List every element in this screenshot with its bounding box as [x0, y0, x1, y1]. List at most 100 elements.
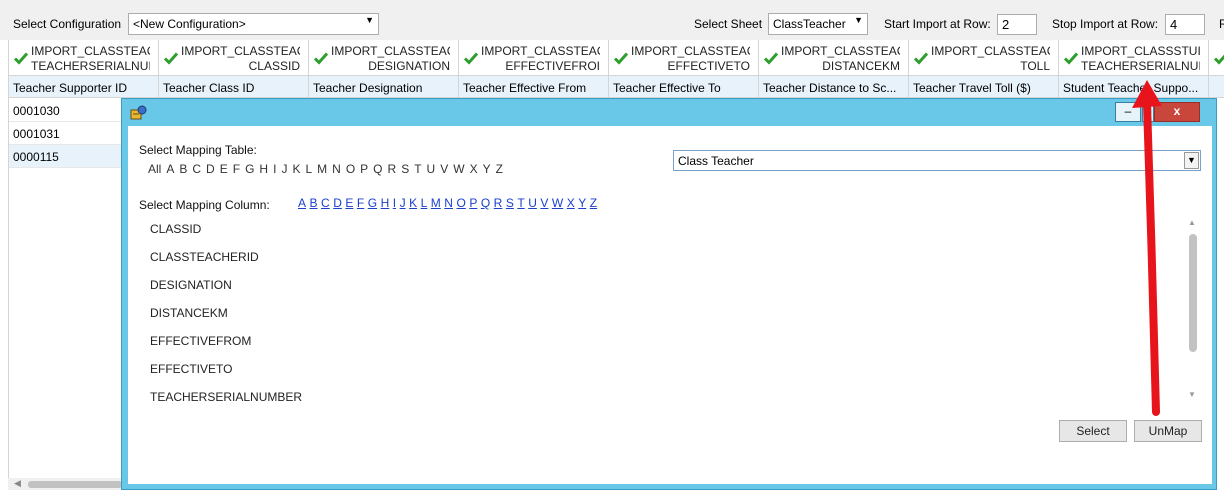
- mapping-cell[interactable]: Teacher Designation: [309, 76, 459, 98]
- filter-link[interactable]: P: [469, 196, 477, 210]
- scroll-down-icon[interactable]: ▼: [1188, 390, 1196, 399]
- filter-link[interactable]: F: [357, 196, 364, 210]
- mapping-cell-partial[interactable]: [1209, 76, 1224, 98]
- list-item[interactable]: CLASSID: [150, 222, 302, 250]
- filter-link[interactable]: L: [421, 196, 428, 210]
- filter-letter[interactable]: A: [166, 162, 174, 176]
- mapping-table-select[interactable]: Class Teacher ▼: [673, 150, 1201, 171]
- horizontal-scrollbar[interactable]: ◀: [8, 478, 122, 490]
- filter-link[interactable]: Q: [481, 196, 490, 210]
- mapping-cell[interactable]: Teacher Supporter ID: [9, 76, 159, 98]
- filter-link[interactable]: A: [298, 196, 306, 210]
- column-header[interactable]: IMPORT_CLASSTEAC TEACHERSERIALNUI: [9, 40, 159, 76]
- column-header[interactable]: IMPORT_CLASSTEAC DESIGNATION: [309, 40, 459, 76]
- minimize-icon[interactable]: –: [1115, 102, 1141, 122]
- mapping-cell[interactable]: Teacher Effective From: [459, 76, 609, 98]
- list-item[interactable]: TEACHERSERIALNUMBER: [150, 390, 302, 418]
- list-item[interactable]: DESIGNATION: [150, 278, 302, 306]
- filter-letter[interactable]: P: [360, 162, 368, 176]
- scroll-thumb[interactable]: [28, 481, 122, 488]
- column-header[interactable]: IMPORT_CLASSSTUI TEACHERSERIALNUI: [1059, 40, 1209, 76]
- filter-letter[interactable]: N: [332, 162, 341, 176]
- filter-link[interactable]: W: [552, 196, 563, 210]
- filter-link[interactable]: N: [444, 196, 453, 210]
- filter-letter[interactable]: F: [233, 162, 240, 176]
- scroll-up-icon[interactable]: ▲: [1188, 218, 1196, 227]
- filter-all[interactable]: All: [148, 162, 161, 176]
- filter-letter[interactable]: U: [427, 162, 436, 176]
- table-row[interactable]: 0001030: [9, 99, 129, 122]
- filter-link[interactable]: X: [567, 196, 575, 210]
- filter-link[interactable]: O: [456, 196, 465, 210]
- filter-letter[interactable]: K: [292, 162, 300, 176]
- column-header[interactable]: IMPORT_CLASSTEAC DISTANCEKM: [759, 40, 909, 76]
- table-row[interactable]: 0001031: [9, 122, 129, 145]
- filter-link[interactable]: E: [345, 196, 353, 210]
- unmap-button[interactable]: UnMap: [1134, 420, 1202, 442]
- filter-letter[interactable]: B: [179, 162, 187, 176]
- list-item[interactable]: DISTANCEKM: [150, 306, 302, 334]
- filter-link[interactable]: B: [310, 196, 318, 210]
- column-header[interactable]: IMPORT_CLASSTEAC EFFECTIVEFROI: [459, 40, 609, 76]
- list-item[interactable]: EFFECTIVEFROM: [150, 334, 302, 362]
- filter-link[interactable]: V: [540, 196, 548, 210]
- start-row-input[interactable]: 2: [997, 14, 1037, 35]
- config-select[interactable]: <New Configuration> ▼: [128, 13, 379, 35]
- filter-letter[interactable]: I: [273, 162, 276, 176]
- filter-letter[interactable]: G: [245, 162, 254, 176]
- filter-letter[interactable]: D: [206, 162, 215, 176]
- filter-letter[interactable]: X: [470, 162, 478, 176]
- filter-letter[interactable]: E: [220, 162, 228, 176]
- filter-link[interactable]: K: [409, 196, 417, 210]
- filter-link[interactable]: J: [400, 196, 406, 210]
- sheet-select[interactable]: ClassTeacher ▼: [768, 13, 868, 35]
- stop-row-input[interactable]: 4: [1165, 14, 1205, 35]
- maximize-icon[interactable]: □: [1142, 102, 1154, 122]
- filter-letter[interactable]: O: [346, 162, 355, 176]
- dialog-titlebar[interactable]: – □ x: [122, 99, 1218, 125]
- mapping-cell[interactable]: Teacher Class ID: [159, 76, 309, 98]
- filter-letter[interactable]: M: [317, 162, 327, 176]
- mapping-cell[interactable]: Teacher Distance to Sc...: [759, 76, 909, 98]
- filter-link[interactable]: U: [528, 196, 537, 210]
- list-item[interactable]: CLASSTEACHERID: [150, 250, 302, 278]
- filter-letter[interactable]: C: [192, 162, 201, 176]
- filter-letter[interactable]: T: [414, 162, 421, 176]
- scroll-thumb[interactable]: [1189, 234, 1197, 352]
- filter-letter[interactable]: S: [401, 162, 409, 176]
- table-row[interactable]: 0000115: [9, 145, 129, 168]
- filter-letter[interactable]: Z: [496, 162, 503, 176]
- filter-link[interactable]: D: [333, 196, 342, 210]
- mapping-cell[interactable]: Teacher Travel Toll ($): [909, 76, 1059, 98]
- filter-letter[interactable]: H: [259, 162, 268, 176]
- filter-letter[interactable]: V: [440, 162, 448, 176]
- column-header[interactable]: IMPORT_CLASSTEAC TOLL: [909, 40, 1059, 76]
- column-header[interactable]: IMPORT_CLASSTEAC EFFECTIVETO: [609, 40, 759, 76]
- filter-link[interactable]: C: [321, 196, 330, 210]
- filter-letter[interactable]: W: [453, 162, 464, 176]
- filter-link[interactable]: I: [393, 196, 396, 210]
- column-header[interactable]: IMPORT_CLASSTEAC CLASSID: [159, 40, 309, 76]
- filter-letter[interactable]: L: [305, 162, 312, 176]
- filter-link[interactable]: Z: [590, 196, 597, 210]
- filter-letter[interactable]: J: [281, 162, 287, 176]
- filter-letter[interactable]: Q: [373, 162, 382, 176]
- filter-link[interactable]: Y: [578, 196, 586, 210]
- filter-link[interactable]: H: [381, 196, 390, 210]
- filter-link[interactable]: M: [431, 196, 441, 210]
- filter-link[interactable]: S: [506, 196, 514, 210]
- mapping-cell[interactable]: Teacher Effective To: [609, 76, 759, 98]
- filter-link[interactable]: T: [517, 196, 524, 210]
- close-icon[interactable]: x: [1154, 102, 1200, 122]
- column-header-partial[interactable]: [1209, 40, 1224, 76]
- filter-letter[interactable]: R: [388, 162, 397, 176]
- filter-link[interactable]: R: [494, 196, 503, 210]
- scroll-left-icon[interactable]: ◀: [14, 478, 21, 489]
- dropdown-arrow-icon[interactable]: ▼: [1184, 152, 1199, 169]
- vertical-scrollbar[interactable]: ▲ ▼: [1186, 218, 1200, 404]
- list-item[interactable]: EFFECTIVETO: [150, 362, 302, 390]
- filter-link[interactable]: G: [368, 196, 377, 210]
- mapping-cell[interactable]: Student Teacher Suppo...: [1059, 76, 1209, 98]
- select-button[interactable]: Select: [1059, 420, 1127, 442]
- filter-letter[interactable]: Y: [483, 162, 491, 176]
